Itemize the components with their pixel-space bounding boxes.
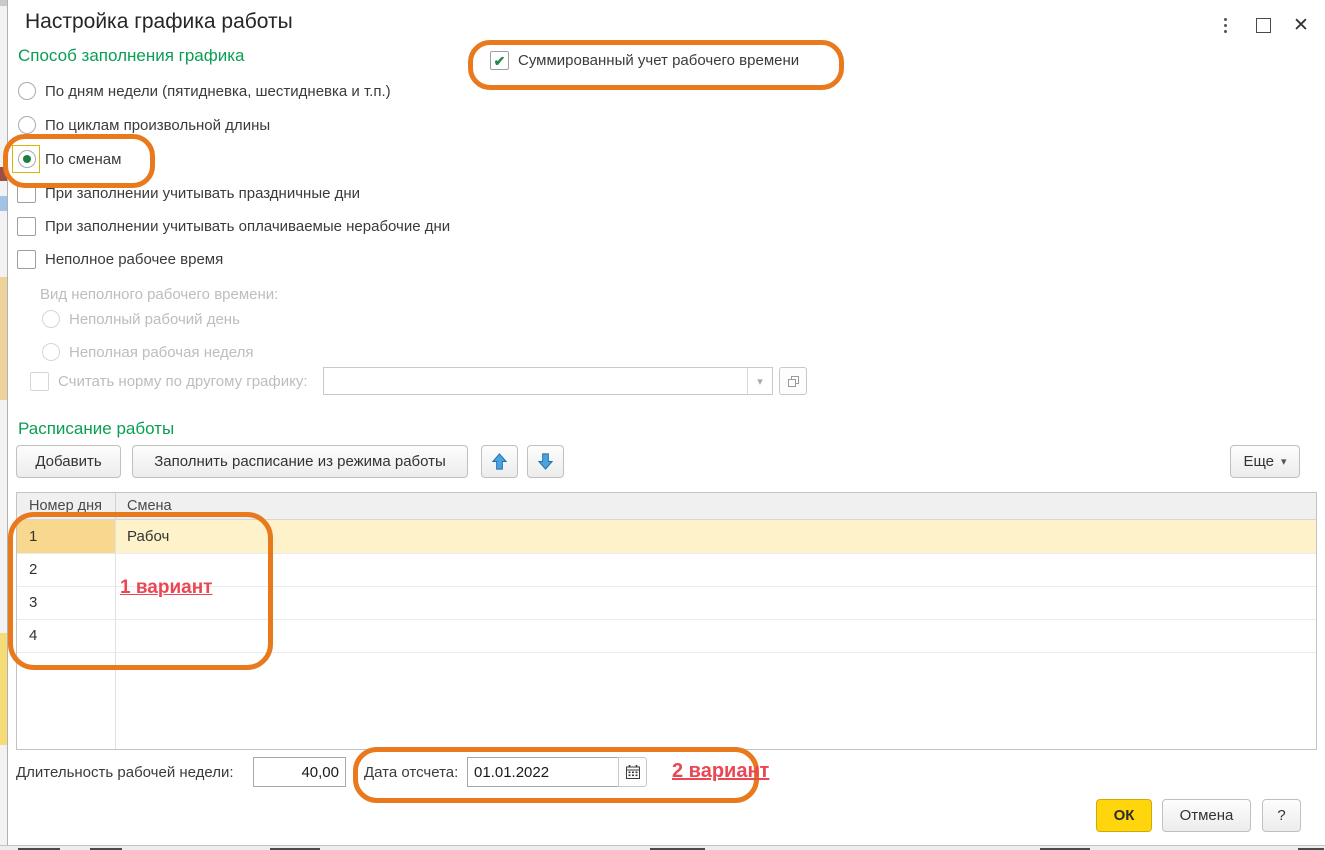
move-down-button[interactable] (527, 445, 564, 478)
checkbox-holidays[interactable]: При заполнении учитывать праздничные дни (17, 184, 360, 203)
radio-label: По дням недели (пятидневка, шестидневка … (45, 82, 391, 100)
checkbox-other-schedule[interactable]: Считать норму по другому графику: (30, 372, 308, 391)
annotation-text-variant-2: 2 вариант (672, 760, 770, 782)
checkbox-paid-nonworking[interactable]: При заполнении учитывать оплачиваемые не… (17, 217, 450, 236)
radio-label: Неполная рабочая неделя (69, 343, 254, 361)
checkbox-label: При заполнении учитывать праздничные дни (45, 185, 361, 202)
help-button[interactable]: ? (1262, 799, 1301, 832)
cell-day: 4 (29, 627, 38, 644)
column-divider (115, 519, 116, 749)
cell-day: 3 (29, 594, 38, 611)
arrow-up-icon (491, 453, 508, 470)
cell-shift: Рабоч (127, 528, 170, 545)
radio-icon (18, 82, 36, 100)
table-row[interactable]: 2 (17, 553, 1316, 587)
add-button[interactable]: Добавить (16, 445, 121, 478)
radio-by-shifts[interactable]: По сменам (18, 150, 121, 168)
radio-part-day[interactable]: Неполный рабочий день (42, 310, 240, 328)
schedule-table[interactable]: Номер дня Смена 1 Рабоч 2 3 4 (16, 492, 1317, 750)
background-fragment (0, 277, 7, 400)
radio-label: Неполный рабочий день (69, 310, 240, 328)
checkbox-label: При заполнении учитывать оплачиваемые не… (45, 218, 451, 235)
other-schedule-field[interactable]: ▾ (323, 367, 773, 395)
column-divider (115, 493, 116, 519)
table-row[interactable]: 1 Рабоч (17, 520, 1316, 554)
checkbox-summed-time[interactable]: ✔ Суммированный учет рабочего времени (490, 51, 799, 70)
section-heading-schedule: Расписание работы (18, 419, 175, 438)
week-length-field[interactable] (253, 757, 346, 787)
chevron-down-icon: ▾ (1281, 456, 1287, 468)
radio-icon (18, 116, 36, 134)
background-fragment (0, 196, 7, 211)
chevron-down-icon[interactable]: ▾ (747, 368, 772, 394)
background-window-left-edge (0, 0, 8, 849)
calendar-button[interactable] (618, 757, 647, 787)
fill-from-mode-button[interactable]: Заполнить расписание из режима работы (132, 445, 468, 478)
background-fragment (0, 167, 7, 181)
cell-day: 1 (29, 528, 38, 545)
start-date-label: Дата отсчета: (364, 764, 459, 781)
checkbox-label: Неполное рабочее время (45, 251, 224, 268)
cell-day: 2 (29, 561, 38, 578)
overlapping-squares-icon (787, 375, 799, 387)
part-time-kind-label: Вид неполного рабочего времени: (40, 286, 279, 303)
move-up-button[interactable] (481, 445, 518, 478)
radio-label: По сменам (45, 150, 122, 168)
close-icon[interactable]: ✕ (1288, 13, 1314, 37)
background-fragment (0, 0, 7, 6)
radio-by-cycles[interactable]: По циклам произвольной длины (18, 116, 270, 134)
checkbox-label: Считать норму по другому графику: (58, 373, 308, 390)
checkbox-checked-icon: ✔ (490, 51, 509, 70)
column-header-shift: Смена (127, 498, 172, 514)
radio-icon (42, 343, 60, 361)
table-row[interactable]: 4 (17, 619, 1316, 653)
checkbox-part-time[interactable]: Неполное рабочее время (17, 250, 223, 269)
checkbox-icon (17, 184, 36, 203)
maximize-icon[interactable] (1250, 13, 1276, 37)
radio-part-week[interactable]: Неполная рабочая неделя (42, 343, 253, 361)
week-length-label: Длительность рабочей недели: (16, 764, 234, 781)
open-choice-button[interactable] (779, 367, 807, 395)
calendar-icon (625, 765, 640, 779)
cancel-button[interactable]: Отмена (1162, 799, 1251, 832)
checkbox-icon (30, 372, 49, 391)
background-fragment (0, 633, 7, 745)
section-heading-fill-method: Способ заполнения графика (18, 46, 245, 65)
table-header: Номер дня Смена (17, 493, 1316, 520)
checkbox-label: Суммированный учет рабочего времени (518, 52, 800, 69)
radio-icon (42, 310, 60, 328)
column-header-day: Номер дня (29, 498, 102, 514)
checkbox-icon (17, 217, 36, 236)
table-row[interactable]: 3 (17, 586, 1316, 620)
more-button[interactable]: Еще ▾ (1230, 445, 1300, 478)
background-window-bottom-edge (0, 845, 1325, 850)
start-date-field[interactable] (467, 757, 619, 787)
ok-button[interactable]: ОК (1096, 799, 1152, 832)
radio-selected-icon (18, 150, 36, 168)
checkbox-icon (17, 250, 36, 269)
menu-kebab-icon[interactable] (1212, 13, 1238, 37)
dialog-title: Настройка графика работы (25, 10, 293, 33)
radio-label: По циклам произвольной длины (45, 116, 271, 134)
radio-by-weekdays[interactable]: По дням недели (пятидневка, шестидневка … (18, 82, 391, 100)
arrow-down-icon (537, 453, 554, 470)
